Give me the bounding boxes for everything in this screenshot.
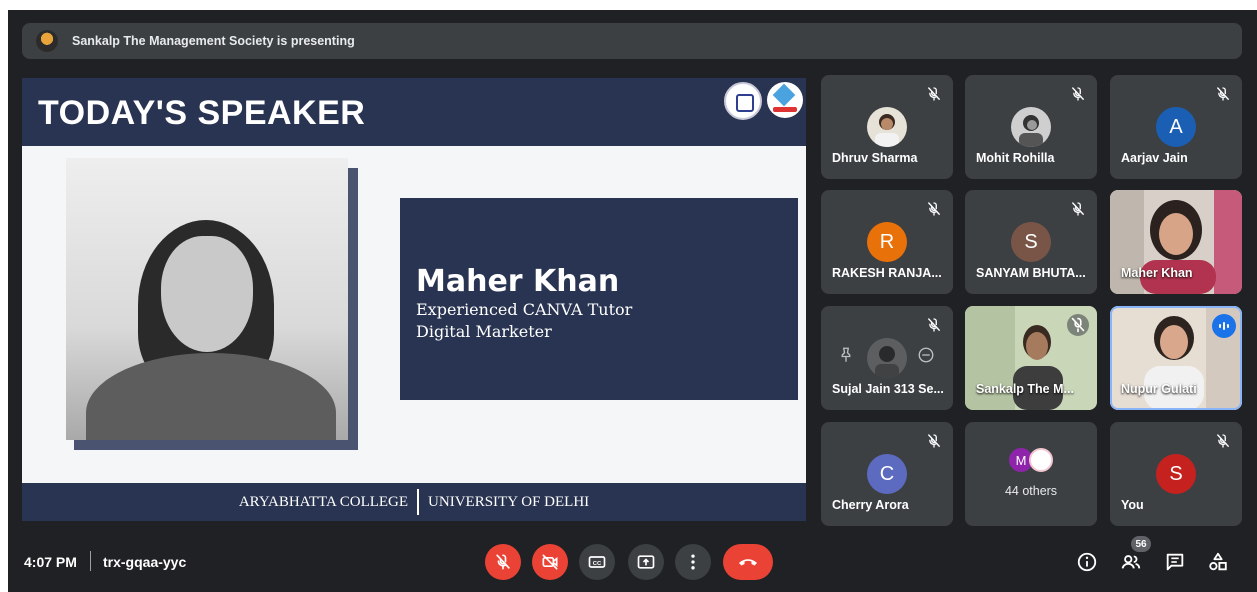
- people-count-badge: 56: [1131, 536, 1151, 552]
- others-count: 44 others: [1004, 484, 1058, 498]
- end-call-button[interactable]: [723, 544, 773, 580]
- avatar: [867, 107, 907, 147]
- mic-off-icon: [1067, 314, 1089, 336]
- college-name: ARYABHATTA COLLEGE: [238, 493, 409, 510]
- university-name: UNIVERSITY OF DELHI: [428, 493, 590, 510]
- present-button[interactable]: [628, 544, 664, 580]
- participant-tile[interactable]: C Cherry Arora: [821, 422, 953, 526]
- participant-name: Mohit Rohilla: [976, 151, 1055, 165]
- participant-name: Aarjav Jain: [1121, 151, 1188, 165]
- end-call-icon: [739, 559, 757, 566]
- participant-name: Sankalp The M...: [976, 382, 1074, 396]
- participant-name: RAKESH RANJA...: [832, 266, 942, 280]
- meeting-code: trx-gqaa-yyc: [103, 554, 187, 570]
- participant-tile[interactable]: R RAKESH RANJA...: [821, 190, 953, 294]
- avatar: C: [867, 454, 907, 494]
- avatar: R: [867, 222, 907, 262]
- participant-tile[interactable]: Mohit Rohilla: [965, 75, 1097, 179]
- footer-divider: [417, 489, 420, 515]
- more-options-icon: [691, 554, 695, 570]
- more-options-button[interactable]: [675, 544, 711, 580]
- slide-footer: ARYABHATTA COLLEGE UNIVERSITY OF DELHI: [22, 483, 806, 521]
- mic-off-icon: [496, 554, 510, 570]
- activities-button[interactable]: [1206, 550, 1230, 574]
- mic-toggle-button[interactable]: [485, 544, 521, 580]
- mic-off-icon: [928, 87, 940, 101]
- window-margin-top: [0, 0, 1257, 10]
- mic-off-icon: [1217, 434, 1229, 448]
- participant-tile-video[interactable]: Sankalp The M...: [965, 306, 1097, 410]
- speaker-name: Maher Khan: [416, 264, 620, 299]
- avatar: [867, 338, 907, 378]
- present-icon: [637, 555, 655, 569]
- mic-off-icon: [1217, 87, 1229, 101]
- captions-button[interactable]: CC: [579, 544, 615, 580]
- camera-toggle-button[interactable]: [532, 544, 568, 580]
- participant-name: Sujal Jain 313 Se...: [832, 382, 944, 396]
- participant-name: Dhruv Sharma: [832, 151, 918, 165]
- college-logo-icon: [724, 82, 762, 120]
- participant-tile[interactable]: A Aarjav Jain: [1110, 75, 1242, 179]
- speaker-info-box: Maher Khan Experienced CANVA Tutor Digit…: [400, 198, 798, 400]
- speaker-photo: [66, 158, 348, 440]
- participant-name: You: [1121, 498, 1144, 512]
- mic-off-icon: [928, 434, 940, 448]
- meeting-details-button[interactable]: [1075, 550, 1099, 574]
- captions-icon: CC: [588, 556, 606, 568]
- presenting-banner[interactable]: Sankalp The Management Society is presen…: [22, 23, 1242, 59]
- participant-name: Maher Khan: [1121, 266, 1193, 280]
- slide-title: TODAY'S SPEAKER: [38, 94, 366, 132]
- bottom-divider: [90, 551, 91, 571]
- avatar: S: [1011, 222, 1051, 262]
- mic-off-icon: [1072, 87, 1084, 101]
- hult-prize-logo-icon: [1029, 448, 1053, 472]
- people-icon: [1121, 555, 1141, 569]
- presentation-slide[interactable]: TODAY'S SPEAKER Maher Khan Experienced C…: [22, 78, 806, 521]
- speaker-role: Experienced CANVA Tutor: [416, 300, 633, 319]
- others-tile[interactable]: M 44 others: [965, 422, 1097, 526]
- avatar: S: [1156, 454, 1196, 494]
- svg-text:CC: CC: [593, 561, 602, 567]
- info-icon: [1077, 552, 1097, 572]
- self-tile[interactable]: S You: [1110, 422, 1242, 526]
- chat-button[interactable]: [1163, 550, 1187, 574]
- participant-tile-video[interactable]: Maher Khan: [1110, 190, 1242, 294]
- meeting-time: 4:07 PM: [24, 554, 77, 570]
- avatar: A: [1156, 107, 1196, 147]
- meet-window: Sankalp The Management Society is presen…: [0, 0, 1257, 592]
- speaker-role: Digital Marketer: [416, 322, 552, 341]
- mic-off-icon: [928, 202, 940, 216]
- participant-name: SANYAM BHUTA...: [976, 266, 1086, 280]
- people-button[interactable]: [1119, 550, 1143, 574]
- chat-icon: [1166, 553, 1184, 571]
- pin-icon[interactable]: [837, 346, 855, 364]
- participant-name: Nupur Gulati: [1121, 382, 1197, 396]
- camera-off-icon: [542, 554, 558, 570]
- participant-name: Cherry Arora: [832, 498, 909, 512]
- mic-off-icon: [1072, 202, 1084, 216]
- participant-tile[interactable]: Sujal Jain 313 Se...: [821, 306, 953, 410]
- presenting-text: Sankalp The Management Society is presen…: [72, 34, 355, 48]
- participant-tile[interactable]: S SANYAM BHUTA...: [965, 190, 1097, 294]
- participant-tile[interactable]: Dhruv Sharma: [821, 75, 953, 179]
- window-margin-left: [0, 0, 8, 592]
- remove-icon[interactable]: [917, 346, 935, 364]
- photo-frame-accent-bottom: [74, 440, 358, 450]
- sankalp-logo-icon: [767, 82, 803, 118]
- activities-icon: [1209, 552, 1227, 571]
- society-logo-icon: [36, 30, 58, 52]
- participant-tile-video[interactable]: Nupur Gulati: [1110, 306, 1242, 410]
- avatar: [1011, 107, 1051, 147]
- speaking-indicator-icon: [1212, 314, 1236, 338]
- mic-off-icon: [928, 318, 940, 332]
- slide-header: TODAY'S SPEAKER: [22, 78, 806, 146]
